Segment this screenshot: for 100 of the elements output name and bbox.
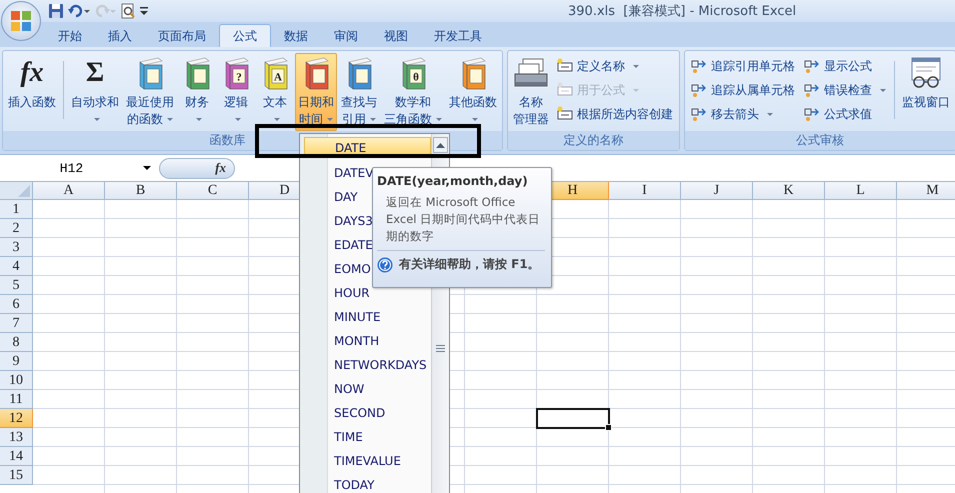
menu-item[interactable]: MONTH <box>304 329 431 353</box>
ribbon-button[interactable]: 追踪引用单元格 <box>687 55 799 77</box>
ribbon-tab[interactable]: 开始 <box>45 25 95 47</box>
save-icon[interactable] <box>48 3 64 19</box>
ribbon-button[interactable]: 根据所选内容创建 <box>553 103 677 125</box>
command-icon <box>691 106 707 122</box>
ribbon-button[interactable]: ? 逻辑 <box>217 53 255 131</box>
row-header[interactable]: 1 <box>0 200 33 219</box>
menu-item[interactable]: TIME <box>304 425 431 449</box>
command-icon <box>557 58 573 74</box>
ribbon-button[interactable]: 财务 <box>178 53 216 131</box>
caret-icon <box>880 88 886 92</box>
row-header[interactable]: 5 <box>0 276 33 295</box>
caret-icon <box>196 118 202 121</box>
row-header[interactable]: 8 <box>0 333 33 352</box>
menu-item[interactable]: MINUTE <box>304 305 431 329</box>
name-box[interactable]: H12 <box>0 160 143 176</box>
ribbon-tab[interactable]: 页面布局 <box>145 25 219 47</box>
menu-item[interactable]: SECOND <box>304 401 431 425</box>
group-label: 定义的名称 <box>508 131 679 150</box>
column-header[interactable]: K <box>753 182 825 200</box>
print-preview-icon[interactable] <box>120 3 136 19</box>
ribbon-tab[interactable]: 公式 <box>219 24 271 47</box>
column-header[interactable]: M <box>897 182 955 200</box>
caret-icon <box>633 64 639 68</box>
caret-icon <box>436 118 442 121</box>
column-header[interactable]: L <box>825 182 897 200</box>
ribbon-button[interactable]: 移去箭头 <box>687 103 799 125</box>
ribbon-button[interactable]: 追踪从属单元格 <box>687 79 799 101</box>
group-label: 公式审核 <box>685 131 955 150</box>
ribbon-button[interactable]: 公式求值 <box>800 103 890 125</box>
command-icon <box>557 82 573 98</box>
caret-icon <box>167 118 173 121</box>
window-title: 390.xls [兼容模式] - Microsoft Excel <box>568 3 796 20</box>
row-header[interactable]: 6 <box>0 295 33 314</box>
office-button[interactable] <box>1 1 41 41</box>
command-icon <box>804 58 820 74</box>
function-icon: Σ <box>86 56 104 90</box>
row-header[interactable]: 7 <box>0 314 33 333</box>
menu-item[interactable]: TODAY <box>304 473 431 493</box>
caret-icon[interactable] <box>143 166 151 170</box>
row-header[interactable]: 15 <box>0 466 33 485</box>
caret-icon <box>472 118 478 121</box>
caret-icon <box>235 118 241 121</box>
ribbon-tab[interactable]: 视图 <box>371 25 421 47</box>
command-icon <box>804 82 820 98</box>
row-header[interactable]: 10 <box>0 371 33 390</box>
ribbon-button[interactable]: 显示公式 <box>800 55 890 77</box>
column-header[interactable]: I <box>609 182 681 200</box>
ribbon-button[interactable]: A 文本 <box>256 53 294 131</box>
row-header[interactable]: 3 <box>0 238 33 257</box>
scroll-up-icon[interactable] <box>433 137 448 153</box>
ribbon-button[interactable]: 其他函数 <box>446 53 500 131</box>
row-header[interactable]: 12 <box>0 409 33 428</box>
column-header[interactable]: C <box>177 182 249 200</box>
row-header[interactable]: 2 <box>0 219 33 238</box>
menu-item[interactable]: TIMEVALUE <box>304 449 431 473</box>
ribbon-button[interactable]: θ 数学和 三角函数 <box>381 53 445 131</box>
column-header[interactable]: J <box>681 182 753 200</box>
undo-icon[interactable] <box>68 3 90 19</box>
command-icon <box>691 82 707 98</box>
ribbon-tab[interactable]: 开发工具 <box>421 25 495 47</box>
command-icon <box>691 58 707 74</box>
ribbon-tab[interactable]: 插入 <box>95 25 145 47</box>
help-icon <box>377 256 393 272</box>
caret-icon <box>370 118 376 121</box>
logo-icon <box>9 9 33 33</box>
command-icon <box>804 106 820 122</box>
scroll-grip-icon[interactable] <box>436 345 445 352</box>
function-icon: fx <box>20 56 44 90</box>
row-header[interactable]: 4 <box>0 257 33 276</box>
ribbon-button[interactable]: Σ 自动求和 <box>68 53 122 131</box>
caret-icon <box>327 118 333 121</box>
caret-icon <box>767 112 773 116</box>
help-text: 有关详细帮助，请按 F1。 <box>399 256 540 273</box>
row-header[interactable]: 13 <box>0 428 33 447</box>
ribbon-button[interactable]: fx 插入函数 <box>5 53 59 131</box>
selected-cell[interactable] <box>536 408 610 429</box>
column-header[interactable]: A <box>33 182 105 200</box>
ribbon-tab[interactable]: 数据 <box>271 25 321 47</box>
row-header[interactable]: 9 <box>0 352 33 371</box>
ribbon-button[interactable]: 错误检查 <box>800 79 890 101</box>
caret-icon <box>274 118 280 121</box>
insert-function-button[interactable]: fx <box>159 158 235 178</box>
row-header[interactable]: 11 <box>0 390 33 409</box>
ribbon-button[interactable]: 查找与 引用 <box>338 53 380 131</box>
ribbon-tab[interactable]: 审阅 <box>321 25 371 47</box>
column-header[interactable]: B <box>105 182 177 200</box>
caret-icon <box>94 118 100 121</box>
menu-item[interactable]: NOW <box>304 377 431 401</box>
ribbon-button[interactable]: 定义名称 <box>553 55 677 77</box>
menu-item[interactable]: NETWORKDAYS <box>304 353 431 377</box>
row-header[interactable]: 14 <box>0 447 33 466</box>
ribbon-button[interactable]: 监视窗口 <box>899 53 953 131</box>
ribbon-button[interactable]: 名称 管理器 <box>510 53 552 131</box>
ribbon-button[interactable]: 日期和 时间 <box>295 53 337 131</box>
customize-caret-icon[interactable] <box>140 6 148 16</box>
ribbon-button[interactable]: 最近使用 的函数 <box>123 53 177 131</box>
caret-icon <box>633 88 639 92</box>
corner-triangle-icon <box>18 185 30 197</box>
